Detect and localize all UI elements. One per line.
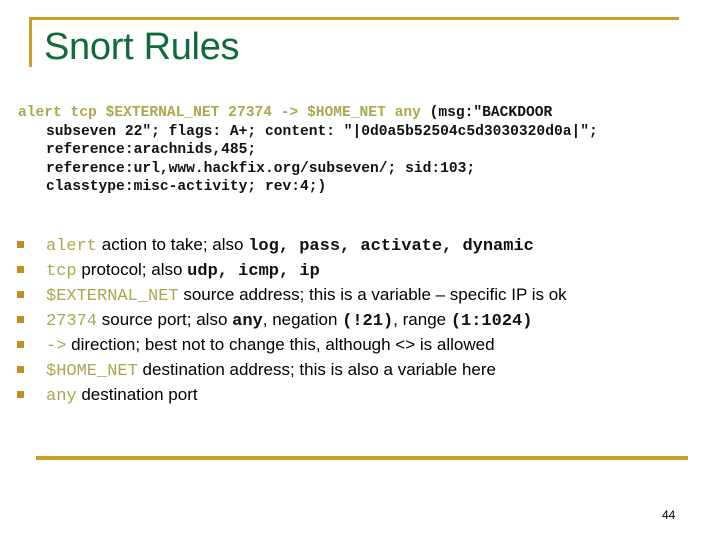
title-top-rule <box>29 17 679 20</box>
description: destination port <box>76 385 198 404</box>
rule-line: classtype:misc-activity; rev:4;) <box>46 179 327 195</box>
list-item-destination-port: any destination port <box>0 382 567 407</box>
bullet-square-icon <box>17 316 24 323</box>
description: , range <box>393 310 451 329</box>
rule-header-rest: (msg:"BACKDOOR <box>420 105 553 121</box>
bullet-square-icon <box>17 241 24 248</box>
rule-line: subseven 22"; flags: A+; content: "|0d0a… <box>46 123 598 140</box>
description: action to take; also <box>97 235 249 254</box>
keyword: tcp <box>46 262 77 281</box>
description: protocol; also <box>76 260 188 279</box>
footer-rule <box>36 456 688 460</box>
slide-title: Snort Rules <box>44 26 240 68</box>
code-example: udp, icmp, ip <box>187 262 320 281</box>
rule-header-highlight: alert tcp $EXTERNAL_NET 27374 -> $HOME_N… <box>18 105 421 121</box>
description: source port; also <box>97 310 233 329</box>
list-item-direction: -> direction; best not to change this, a… <box>0 332 567 357</box>
bullet-square-icon <box>17 341 24 348</box>
bullet-square-icon <box>17 266 24 273</box>
description: destination address; this is also a vari… <box>137 360 496 379</box>
title-left-rule <box>29 17 32 67</box>
rule-line: reference:arachnids,485; <box>46 142 257 158</box>
description: source address; this is a variable – spe… <box>178 285 567 304</box>
code-example: log, pass, activate, dynamic <box>248 237 534 256</box>
rule-field-list: alert action to take; also log, pass, ac… <box>0 232 567 407</box>
keyword: $HOME_NET <box>46 362 138 381</box>
bullet-square-icon <box>17 391 24 398</box>
code-example: (1:1024) <box>450 312 533 331</box>
code-example: (!21) <box>342 312 394 331</box>
page-number: 44 <box>662 508 676 522</box>
bullet-square-icon <box>17 366 24 373</box>
code-example: any <box>232 312 263 331</box>
rule-header-line: alert tcp $EXTERNAL_NET 27374 -> $HOME_N… <box>18 104 708 123</box>
list-item-destination-address: $HOME_NET destination address; this is a… <box>0 357 567 382</box>
rule-line: reference:url,www.hackfix.org/subseven/;… <box>46 160 476 177</box>
list-item-source-address: $EXTERNAL_NET source address; this is a … <box>0 282 567 307</box>
list-item-protocol: tcp protocol; also udp, icmp, ip <box>0 257 567 282</box>
description: , negation <box>262 310 343 329</box>
snort-rule-code: alert tcp $EXTERNAL_NET 27374 -> $HOME_N… <box>18 104 708 197</box>
keyword: -> <box>46 337 67 356</box>
keyword: any <box>46 387 77 406</box>
description: direction; best not to change this, alth… <box>66 335 495 354</box>
list-item-source-port: 27374 source port; also any, negation (!… <box>0 307 567 332</box>
keyword: $EXTERNAL_NET <box>46 287 179 306</box>
list-item-action: alert action to take; also log, pass, ac… <box>0 232 567 257</box>
bullet-square-icon <box>17 291 24 298</box>
keyword: alert <box>46 237 98 256</box>
keyword: 27374 <box>46 312 98 331</box>
